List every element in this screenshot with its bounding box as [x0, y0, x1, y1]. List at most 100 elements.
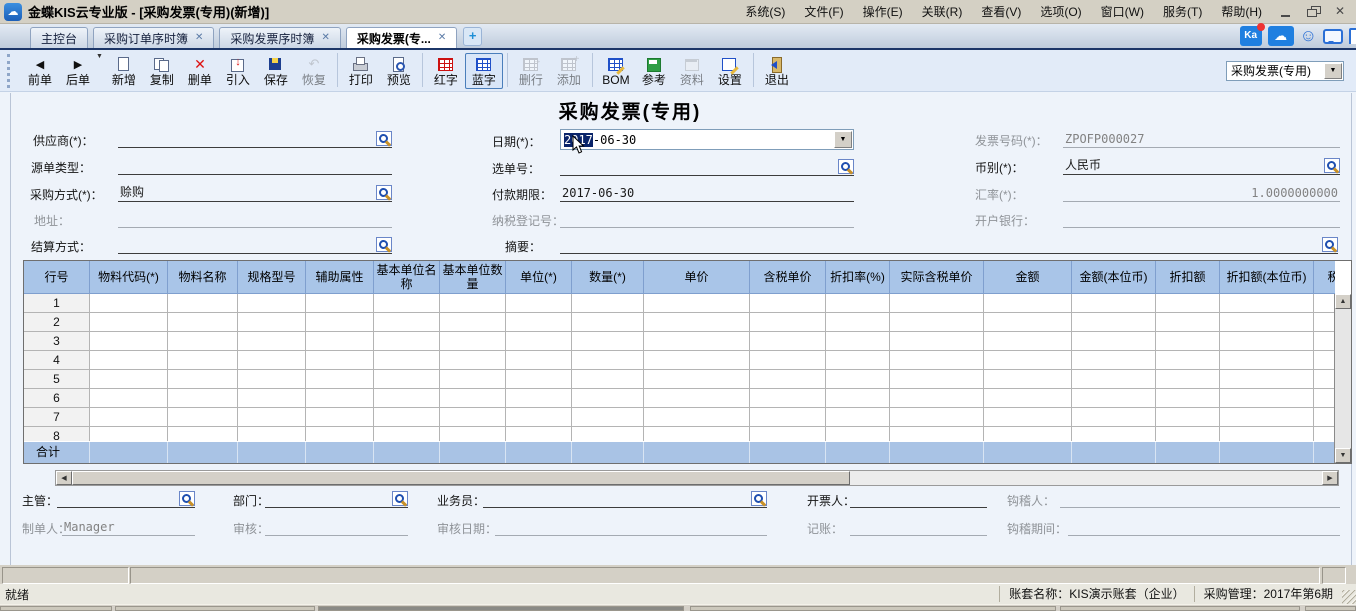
- department-lookup-icon[interactable]: [392, 491, 408, 506]
- grid-cell[interactable]: [238, 408, 306, 427]
- grid-vertical-scrollbar[interactable]: [1334, 294, 1351, 463]
- currency-lookup-icon[interactable]: [1324, 158, 1340, 173]
- grid-cell[interactable]: [890, 389, 984, 408]
- grid-cell[interactable]: [90, 408, 168, 427]
- toolbar-print-button[interactable]: 打印: [342, 53, 380, 89]
- pay-deadline-field[interactable]: 2017-06-30: [560, 185, 854, 202]
- grid-cell[interactable]: [238, 332, 306, 351]
- scroll-up-icon[interactable]: [1335, 294, 1351, 309]
- grid-cell[interactable]: [890, 313, 984, 332]
- grid-cell[interactable]: [1220, 427, 1314, 441]
- grid-cell[interactable]: [572, 370, 644, 389]
- grid-cell[interactable]: [306, 408, 374, 427]
- grid-cell[interactable]: [750, 351, 826, 370]
- taskbar-item[interactable]: [690, 606, 1056, 611]
- grid-cell[interactable]: [984, 294, 1072, 313]
- grid-cell[interactable]: [984, 351, 1072, 370]
- grid-cell[interactable]: [984, 389, 1072, 408]
- grid-cell[interactable]: [238, 313, 306, 332]
- grid-cell[interactable]: [506, 427, 572, 441]
- taskbar-item[interactable]: [1060, 606, 1300, 611]
- currency-field[interactable]: 人民币: [1063, 158, 1340, 175]
- grid-cell[interactable]: [890, 370, 984, 389]
- grid-cell[interactable]: [1314, 408, 1335, 427]
- grid-cell[interactable]: [90, 351, 168, 370]
- restore-icon[interactable]: [1305, 5, 1323, 19]
- toolbar-ref-button[interactable]: 参考: [635, 53, 673, 89]
- grid-cell[interactable]: [1156, 389, 1220, 408]
- grid-column-header[interactable]: 单位(*): [506, 261, 572, 294]
- toolbar-bom-button[interactable]: BOM: [597, 53, 635, 89]
- grid-cell[interactable]: [168, 370, 238, 389]
- grid-cell[interactable]: [440, 294, 506, 313]
- menu-item[interactable]: 窗口(W): [1099, 2, 1146, 21]
- scroll-down-icon[interactable]: [1335, 448, 1351, 463]
- grid-cell[interactable]: [306, 370, 374, 389]
- grid-cell[interactable]: [374, 351, 440, 370]
- grid-cell[interactable]: [168, 332, 238, 351]
- grid-cell[interactable]: [644, 313, 750, 332]
- tab[interactable]: 采购订单序时簿: [93, 27, 214, 48]
- grid-cell[interactable]: [168, 294, 238, 313]
- supervisor-lookup-icon[interactable]: [179, 491, 195, 506]
- grid-cell[interactable]: [644, 370, 750, 389]
- grid-cell[interactable]: [644, 389, 750, 408]
- grid-column-header[interactable]: 金额: [984, 261, 1072, 294]
- grid-cell[interactable]: [440, 313, 506, 332]
- minimize-icon[interactable]: [1278, 5, 1296, 19]
- smiley-icon[interactable]: [1300, 27, 1317, 45]
- scroll-left-icon[interactable]: [56, 471, 72, 485]
- grid-cell[interactable]: [644, 294, 750, 313]
- grid-cell[interactable]: [306, 294, 374, 313]
- grid-cell[interactable]: [1314, 427, 1335, 441]
- grid-cell[interactable]: [90, 389, 168, 408]
- grid-cell[interactable]: [890, 427, 984, 441]
- grid-column-header[interactable]: 数量(*): [572, 261, 644, 294]
- source-type-field[interactable]: [118, 158, 392, 175]
- menu-item[interactable]: 操作(E): [861, 2, 905, 21]
- grid-cell[interactable]: [1314, 370, 1335, 389]
- purchase-mode-field[interactable]: 赊购: [118, 185, 392, 202]
- new-tab-button[interactable]: [463, 27, 482, 46]
- taskbar-item[interactable]: [1305, 606, 1356, 611]
- row-number-cell[interactable]: 1: [24, 294, 90, 313]
- grid-cell[interactable]: [984, 332, 1072, 351]
- grid-column-header[interactable]: 单价: [644, 261, 750, 294]
- grid-cell[interactable]: [90, 294, 168, 313]
- clipped-tray-icon[interactable]: [1349, 28, 1356, 44]
- date-combobox[interactable]: 2017-06-30: [560, 129, 854, 150]
- toolbar-exit-button[interactable]: 退出: [758, 53, 796, 89]
- grid-cell[interactable]: [1156, 408, 1220, 427]
- summary-lookup-icon[interactable]: [1322, 237, 1338, 252]
- grid-cell[interactable]: [506, 389, 572, 408]
- grid-column-header[interactable]: 行号: [24, 261, 90, 294]
- grid-cell[interactable]: [1072, 408, 1156, 427]
- taskbar-item[interactable]: [0, 606, 112, 611]
- purchase-mode-lookup-icon[interactable]: [376, 185, 392, 200]
- grid-cell[interactable]: [374, 427, 440, 441]
- grid-column-header[interactable]: 基本单位数量: [440, 261, 506, 294]
- grid-cell[interactable]: [750, 370, 826, 389]
- tab[interactable]: 采购发票(专...: [346, 27, 457, 48]
- tab-close-icon[interactable]: [438, 33, 446, 43]
- toolbar-preview-button[interactable]: 预览: [380, 53, 418, 89]
- menu-item[interactable]: 关联(R): [920, 2, 965, 21]
- grid-column-header[interactable]: 含税单价: [750, 261, 826, 294]
- grid-cell[interactable]: [1314, 389, 1335, 408]
- salesman-field[interactable]: [483, 491, 767, 508]
- taskbar-item[interactable]: [318, 606, 684, 611]
- grid-cell[interactable]: [506, 370, 572, 389]
- grid-cell[interactable]: [1156, 427, 1220, 441]
- summary-field[interactable]: [560, 237, 1338, 254]
- toolbar-next-button[interactable]: 后单: [59, 53, 97, 89]
- grid-cell[interactable]: [1220, 294, 1314, 313]
- grid-cell[interactable]: [168, 313, 238, 332]
- grid-cell[interactable]: [1314, 332, 1335, 351]
- grid-cell[interactable]: [572, 332, 644, 351]
- grid-column-header[interactable]: 金额(本位币): [1072, 261, 1156, 294]
- grid-column-header[interactable]: 基本单位名称: [374, 261, 440, 294]
- grid-column-header[interactable]: 税: [1314, 261, 1335, 294]
- date-chevron-down-icon[interactable]: [834, 131, 852, 148]
- supplier-field[interactable]: [118, 131, 392, 148]
- grid-cell[interactable]: [890, 351, 984, 370]
